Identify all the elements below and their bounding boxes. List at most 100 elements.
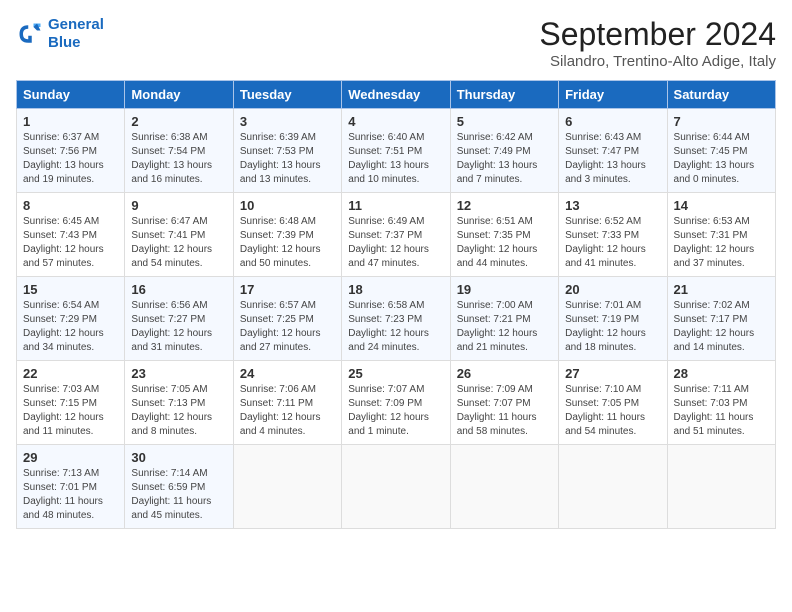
day-content: Sunrise: 7:01 AM Sunset: 7:19 PM Dayligh… — [565, 299, 660, 355]
calendar-cell: 13 Sunrise: 6:52 AM Sunset: 7:33 PM Dayli… — [559, 193, 667, 277]
day-number: 5 — [457, 114, 552, 129]
month-title: September 2024 — [539, 16, 776, 53]
day-content: Sunrise: 7:14 AM Sunset: 6:59 PM Dayligh… — [131, 467, 226, 523]
calendar-cell: 14 Sunrise: 6:53 AM Sunset: 7:31 PM Dayli… — [667, 193, 775, 277]
day-content: Sunrise: 6:54 AM Sunset: 7:29 PM Dayligh… — [23, 299, 118, 355]
day-content: Sunrise: 6:49 AM Sunset: 7:37 PM Dayligh… — [348, 215, 443, 271]
calendar-cell — [667, 445, 775, 529]
day-number: 20 — [565, 282, 660, 297]
day-number: 24 — [240, 366, 335, 381]
location-subtitle: Silandro, Trentino-Alto Adige, Italy — [539, 53, 776, 70]
day-content: Sunrise: 6:43 AM Sunset: 7:47 PM Dayligh… — [565, 131, 660, 187]
day-number: 14 — [674, 198, 769, 213]
day-number: 7 — [674, 114, 769, 129]
calendar-cell: 16 Sunrise: 6:56 AM Sunset: 7:27 PM Dayli… — [125, 277, 233, 361]
day-number: 23 — [131, 366, 226, 381]
day-content: Sunrise: 6:42 AM Sunset: 7:49 PM Dayligh… — [457, 131, 552, 187]
calendar-cell: 29 Sunrise: 7:13 AM Sunset: 7:01 PM Dayli… — [17, 445, 125, 529]
day-content: Sunrise: 7:00 AM Sunset: 7:21 PM Dayligh… — [457, 299, 552, 355]
logo-line1: General — [48, 16, 104, 33]
day-content: Sunrise: 6:40 AM Sunset: 7:51 PM Dayligh… — [348, 131, 443, 187]
day-number: 17 — [240, 282, 335, 297]
calendar-cell: 9Sunrise: 6:47 AM Sunset: 7:41 PM Daylig… — [125, 193, 233, 277]
day-content: Sunrise: 6:57 AM Sunset: 7:25 PM Dayligh… — [240, 299, 335, 355]
day-number: 16 — [131, 282, 226, 297]
calendar-cell: 19 Sunrise: 7:00 AM Sunset: 7:21 PM Dayli… — [450, 277, 558, 361]
day-content: Sunrise: 7:09 AM Sunset: 7:07 PM Dayligh… — [457, 383, 552, 439]
day-number: 25 — [348, 366, 443, 381]
day-number: 30 — [131, 450, 226, 465]
day-content: Sunrise: 7:05 AM Sunset: 7:13 PM Dayligh… — [131, 383, 226, 439]
day-content: Sunrise: 6:44 AM Sunset: 7:45 PM Dayligh… — [674, 131, 769, 187]
day-content: Sunrise: 6:56 AM Sunset: 7:27 PM Dayligh… — [131, 299, 226, 355]
header-saturday: Saturday — [667, 81, 775, 109]
day-content: Sunrise: 6:48 AM Sunset: 7:39 PM Dayligh… — [240, 215, 335, 271]
calendar-cell: 17 Sunrise: 6:57 AM Sunset: 7:25 PM Dayli… — [233, 277, 341, 361]
calendar-cell: 30 Sunrise: 7:14 AM Sunset: 6:59 PM Dayli… — [125, 445, 233, 529]
calendar-cell — [559, 445, 667, 529]
calendar-table: SundayMondayTuesdayWednesdayThursdayFrid… — [16, 80, 776, 529]
logo: General Blue — [16, 16, 104, 52]
day-number: 11 — [348, 198, 443, 213]
header-sunday: Sunday — [17, 81, 125, 109]
header-tuesday: Tuesday — [233, 81, 341, 109]
day-number: 13 — [565, 198, 660, 213]
day-content: Sunrise: 7:11 AM Sunset: 7:03 PM Dayligh… — [674, 383, 769, 439]
calendar-cell: 3 Sunrise: 6:39 AM Sunset: 7:53 PM Daylig… — [233, 109, 341, 193]
day-number: 29 — [23, 450, 118, 465]
day-number: 12 — [457, 198, 552, 213]
header-monday: Monday — [125, 81, 233, 109]
day-content: Sunrise: 6:47 AM Sunset: 7:41 PM Dayligh… — [131, 215, 226, 271]
calendar-cell: 8 Sunrise: 6:45 AM Sunset: 7:43 PM Daylig… — [17, 193, 125, 277]
calendar-cell: 11 Sunrise: 6:49 AM Sunset: 7:37 PM Dayli… — [342, 193, 450, 277]
day-content: Sunrise: 6:45 AM Sunset: 7:43 PM Dayligh… — [23, 215, 118, 271]
day-content: Sunrise: 6:53 AM Sunset: 7:31 PM Dayligh… — [674, 215, 769, 271]
calendar-cell: 5 Sunrise: 6:42 AM Sunset: 7:49 PM Daylig… — [450, 109, 558, 193]
calendar-cell: 2 Sunrise: 6:38 AM Sunset: 7:54 PM Daylig… — [125, 109, 233, 193]
calendar-cell: 15 Sunrise: 6:54 AM Sunset: 7:29 PM Dayli… — [17, 277, 125, 361]
day-content: Sunrise: 6:38 AM Sunset: 7:54 PM Dayligh… — [131, 131, 226, 187]
day-content: Sunrise: 6:39 AM Sunset: 7:53 PM Dayligh… — [240, 131, 335, 187]
day-number: 6 — [565, 114, 660, 129]
day-content: Sunrise: 7:07 AM Sunset: 7:09 PM Dayligh… — [348, 383, 443, 439]
calendar-cell: 20 Sunrise: 7:01 AM Sunset: 7:19 PM Dayli… — [559, 277, 667, 361]
header-wednesday: Wednesday — [342, 81, 450, 109]
day-content: Sunrise: 7:10 AM Sunset: 7:05 PM Dayligh… — [565, 383, 660, 439]
calendar-cell: 26 Sunrise: 7:09 AM Sunset: 7:07 PM Dayli… — [450, 361, 558, 445]
calendar-cell: 25 Sunrise: 7:07 AM Sunset: 7:09 PM Dayli… — [342, 361, 450, 445]
calendar-cell: 10 Sunrise: 6:48 AM Sunset: 7:39 PM Dayli… — [233, 193, 341, 277]
calendar-cell: 22 Sunrise: 7:03 AM Sunset: 7:15 PM Dayli… — [17, 361, 125, 445]
day-number: 27 — [565, 366, 660, 381]
day-number: 8 — [23, 198, 118, 213]
calendar-cell — [450, 445, 558, 529]
calendar-cell: 28 Sunrise: 7:11 AM Sunset: 7:03 PM Dayli… — [667, 361, 775, 445]
header-friday: Friday — [559, 81, 667, 109]
day-content: Sunrise: 7:06 AM Sunset: 7:11 PM Dayligh… — [240, 383, 335, 439]
calendar-cell: 23 Sunrise: 7:05 AM Sunset: 7:13 PM Dayli… — [125, 361, 233, 445]
calendar-cell: 27 Sunrise: 7:10 AM Sunset: 7:05 PM Dayli… — [559, 361, 667, 445]
day-content: Sunrise: 6:37 AM Sunset: 7:56 PM Dayligh… — [23, 131, 118, 187]
day-number: 18 — [348, 282, 443, 297]
calendar-cell: 12 Sunrise: 6:51 AM Sunset: 7:35 PM Dayli… — [450, 193, 558, 277]
day-content: Sunrise: 6:52 AM Sunset: 7:33 PM Dayligh… — [565, 215, 660, 271]
day-number: 1 — [23, 114, 118, 129]
calendar-cell: 7 Sunrise: 6:44 AM Sunset: 7:45 PM Daylig… — [667, 109, 775, 193]
calendar-cell: 6 Sunrise: 6:43 AM Sunset: 7:47 PM Daylig… — [559, 109, 667, 193]
day-number: 10 — [240, 198, 335, 213]
day-content: Sunrise: 7:13 AM Sunset: 7:01 PM Dayligh… — [23, 467, 118, 523]
day-number: 28 — [674, 366, 769, 381]
header-thursday: Thursday — [450, 81, 558, 109]
day-number: 22 — [23, 366, 118, 381]
day-content: Sunrise: 6:51 AM Sunset: 7:35 PM Dayligh… — [457, 215, 552, 271]
day-number: 15 — [23, 282, 118, 297]
day-number: 2 — [131, 114, 226, 129]
day-number: 4 — [348, 114, 443, 129]
calendar-cell: 24 Sunrise: 7:06 AM Sunset: 7:11 PM Dayli… — [233, 361, 341, 445]
day-number: 19 — [457, 282, 552, 297]
logo-line2: Blue — [48, 34, 81, 51]
day-content: Sunrise: 6:58 AM Sunset: 7:23 PM Dayligh… — [348, 299, 443, 355]
day-content: Sunrise: 7:03 AM Sunset: 7:15 PM Dayligh… — [23, 383, 118, 439]
day-number: 26 — [457, 366, 552, 381]
day-number: 3 — [240, 114, 335, 129]
day-content: Sunrise: 7:02 AM Sunset: 7:17 PM Dayligh… — [674, 299, 769, 355]
